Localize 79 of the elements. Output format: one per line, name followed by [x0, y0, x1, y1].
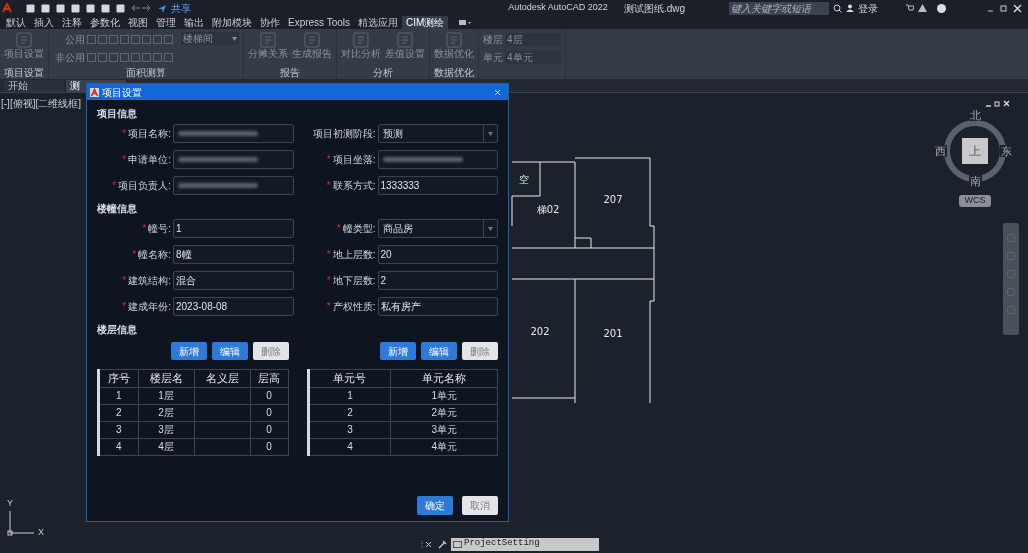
- field-label: 地下层数:: [332, 274, 376, 288]
- compass-label: 东: [1000, 145, 1013, 157]
- table-cell: 2: [308, 404, 391, 421]
- column-header: 层高: [250, 369, 288, 387]
- section-title: 楼层信息: [97, 322, 138, 336]
- required-mark: *: [336, 223, 341, 234]
- compass-label: 北: [969, 109, 982, 121]
- table-cell: 2单元: [390, 404, 498, 421]
- table-cell: 3单元: [390, 421, 498, 438]
- table-cell: 0: [250, 404, 288, 421]
- field-label: 项目名称:: [128, 127, 171, 141]
- compass-label: 南: [969, 175, 982, 187]
- room-label: 207: [603, 194, 623, 205]
- table-cell: 4: [308, 438, 391, 455]
- field-label: 产权性质:: [332, 300, 376, 314]
- required-mark: *: [326, 249, 331, 260]
- field-label: 申请单位:: [128, 153, 171, 167]
- section-title: 楼幢信息: [97, 201, 138, 215]
- required-mark: *: [142, 223, 147, 234]
- ribbon-label: 楼层: [483, 33, 503, 47]
- field-label: 项目负责人:: [118, 179, 171, 193]
- ribbon-label: 非公用: [54, 51, 85, 65]
- column-header: 单元号: [308, 369, 391, 387]
- table-cell: 2: [98, 404, 139, 421]
- required-mark: *: [132, 249, 137, 260]
- required-mark: *: [326, 154, 331, 165]
- compass-label: 西: [934, 145, 947, 157]
- table-cell: 0: [250, 438, 288, 455]
- required-mark: *: [112, 180, 117, 191]
- column-header: 名义层: [194, 369, 251, 387]
- app-title: Autodesk AutoCAD 2022: [508, 1, 608, 15]
- panel-title: 分析: [373, 66, 393, 80]
- table-cell: 3层: [138, 421, 195, 438]
- room-label: 空: [519, 174, 529, 185]
- room-label: 梯02: [536, 204, 560, 215]
- field-label: 项目坐落:: [332, 153, 376, 167]
- panel-title: 面积测算: [126, 66, 166, 80]
- field-label: 幢类型:: [342, 222, 376, 236]
- field-label: 建筑结构:: [128, 274, 171, 288]
- table-cell: 0: [250, 421, 288, 438]
- required-mark: *: [326, 301, 331, 312]
- ribbon-label: 单元: [483, 51, 503, 65]
- table-cell: 1: [308, 387, 391, 404]
- table-cell: 1单元: [390, 387, 498, 404]
- field-label: 地上层数:: [332, 248, 376, 262]
- column-header: 序号: [98, 369, 139, 387]
- field-label: 联系方式:: [332, 179, 376, 193]
- field-label: 项目初测阶段:: [312, 127, 376, 141]
- table-cell: 0: [250, 387, 288, 404]
- axis-label: X: [38, 526, 44, 539]
- table-cell: 1层: [138, 387, 195, 404]
- table-cell: 4单元: [390, 438, 498, 455]
- table-cell: 3: [308, 421, 391, 438]
- table-cell: 2层: [138, 404, 195, 421]
- table-cell: 4层: [138, 438, 195, 455]
- panel-title: 报告: [280, 66, 300, 80]
- room-label: 202: [530, 326, 550, 337]
- panel-title: 项目设置: [4, 66, 44, 80]
- field-label: 建成年份:: [128, 300, 171, 314]
- panel-title: 数据优化: [434, 66, 474, 80]
- column-header: 单元名称: [390, 369, 498, 387]
- required-mark: *: [326, 180, 331, 191]
- table-cell: 1: [98, 387, 139, 404]
- room-label: 201: [603, 328, 623, 339]
- table-cell: 3: [98, 421, 139, 438]
- axis-label: Y: [7, 497, 13, 510]
- required-mark: *: [122, 154, 127, 165]
- column-header: 楼层名: [138, 369, 195, 387]
- section-title: 项目信息: [97, 106, 138, 120]
- table-cell: 4: [98, 438, 139, 455]
- field-label: 幢名称:: [138, 248, 171, 262]
- required-mark: *: [122, 128, 127, 139]
- file-name: 测试图纸.dwg: [623, 1, 685, 16]
- required-mark: *: [326, 275, 331, 286]
- required-mark: *: [122, 275, 127, 286]
- dialog-title: 项目设置: [102, 85, 142, 100]
- required-mark: *: [122, 301, 127, 312]
- field-label: 幢号:: [148, 222, 171, 236]
- ribbon-label: 公用: [64, 33, 85, 47]
